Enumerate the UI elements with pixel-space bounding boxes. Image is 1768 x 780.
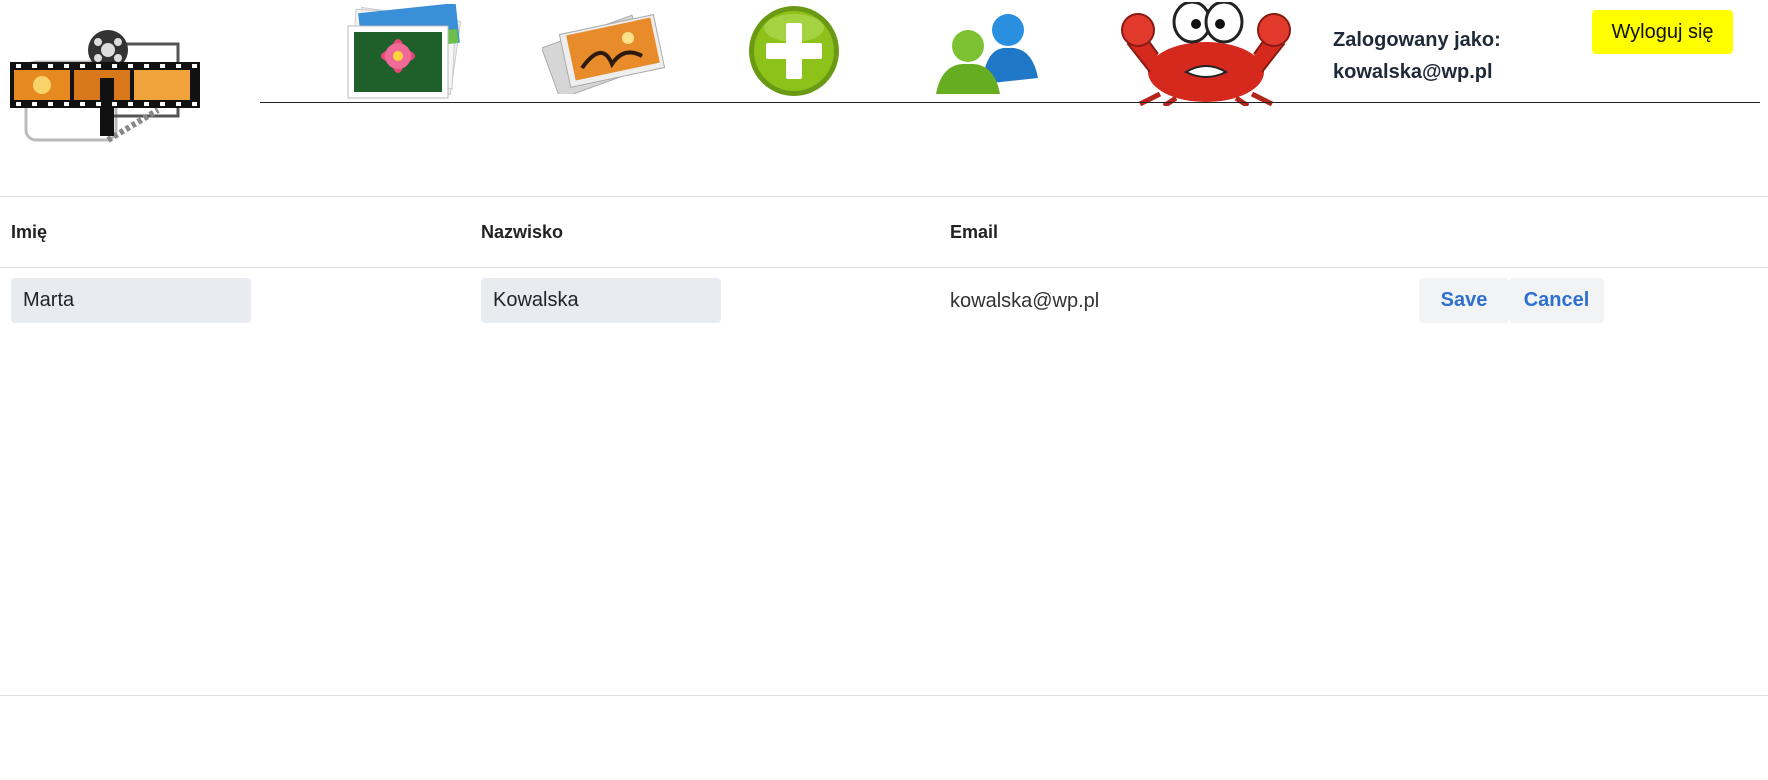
footer-divider [0, 695, 1768, 696]
column-header-email: Email [950, 222, 999, 242]
photos-icon[interactable] [342, 2, 464, 100]
save-button[interactable]: Save [1419, 278, 1509, 323]
users-icon[interactable] [934, 12, 1040, 96]
last-name-input[interactable] [481, 278, 721, 323]
column-header-first-name: Imię [11, 222, 48, 242]
film-camera-logo-icon[interactable] [8, 30, 204, 160]
crab-icon[interactable] [1120, 0, 1292, 109]
table-header-border [0, 267, 1768, 268]
header-divider [260, 102, 1760, 103]
logged-in-email: kowalska@wp.pl [1333, 61, 1493, 83]
cancel-button[interactable]: Cancel [1509, 278, 1604, 323]
column-header-last-name: Nazwisko [481, 222, 564, 242]
first-name-input[interactable] [11, 278, 251, 323]
logout-button[interactable]: Wyloguj się [1592, 10, 1733, 54]
logged-in-info: Zalogowany jako: kowalska@wp.pl [1333, 24, 1501, 88]
table-top-border [0, 196, 1768, 197]
logged-in-label: Zalogowany jako: [1333, 29, 1501, 51]
add-icon[interactable] [747, 4, 841, 98]
email-value: kowalska@wp.pl [950, 290, 1100, 312]
gallery-icon[interactable] [541, 10, 668, 100]
